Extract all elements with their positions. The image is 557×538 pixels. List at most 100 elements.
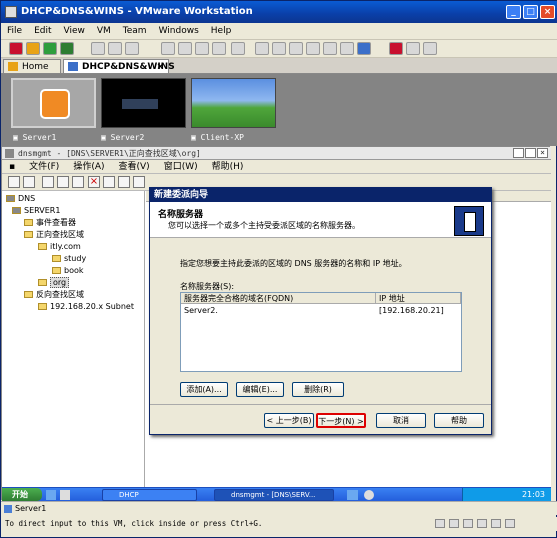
close-button[interactable]: ×	[540, 5, 555, 19]
next-button[interactable]: 下一步(N) >	[316, 413, 366, 428]
row-fqdn[interactable]: Server2.	[184, 306, 218, 315]
suspend-icon[interactable]	[26, 42, 40, 55]
tree-itly-com[interactable]: itly.com	[38, 241, 81, 252]
inner-minimize-button[interactable]	[513, 148, 524, 158]
tree-reverse-zones[interactable]: 反向查找区域	[24, 289, 84, 300]
device-usb-icon[interactable]	[491, 519, 501, 528]
properties-icon[interactable]	[72, 176, 84, 188]
tree-org[interactable]: org	[38, 277, 70, 288]
vm-console[interactable]: dnsmgmt - [DNS\SERVER1\正向查找区域\org] × ▪ 文件…	[1, 146, 551, 501]
menu-edit[interactable]: Edit	[28, 23, 57, 40]
team-settings-icon[interactable]	[212, 42, 226, 55]
dnsmgmt-title: dnsmgmt - [DNS\SERVER1\正向查找区域\org]	[18, 149, 201, 158]
device-floppy-icon[interactable]	[463, 519, 473, 528]
cancel-button[interactable]: 取消	[376, 413, 426, 428]
task-dhcp[interactable]: DHCP	[102, 489, 197, 501]
wizard-instruction: 指定您想要主持此委派的区域的 DNS 服务器的名称和 IP 地址。	[180, 259, 407, 268]
menu-team[interactable]: Team	[117, 23, 153, 40]
show-tree-icon[interactable]	[57, 176, 69, 188]
tray-help-icon[interactable]	[364, 490, 374, 500]
dns-icon	[6, 195, 15, 202]
power-off-icon[interactable]	[9, 42, 23, 55]
column-fqdn[interactable]: 服务器完全合格的域名(FQDN)	[181, 293, 376, 304]
view-thumbnails-icon[interactable]	[289, 42, 303, 55]
tree-server1[interactable]: SERVER1	[12, 205, 60, 216]
full-screen-icon[interactable]	[323, 42, 337, 55]
device-hdd-icon[interactable]	[435, 519, 445, 528]
inner-menu-view[interactable]: 查看(V)	[112, 160, 157, 174]
capture-icon[interactable]	[423, 42, 437, 55]
view-console-icon[interactable]	[272, 42, 286, 55]
menu-view[interactable]: View	[58, 23, 91, 40]
menu-help[interactable]: Help	[205, 23, 238, 40]
menu-bar: File Edit View VM Team Windows Help	[1, 23, 557, 40]
thumb-label-server2: ▣ Server2	[101, 132, 144, 144]
add-button[interactable]: 添加(A)...	[180, 382, 228, 397]
row-ip[interactable]: [192.168.20.21]	[379, 306, 444, 315]
power-on-icon[interactable]	[43, 42, 57, 55]
up-icon[interactable]	[42, 176, 54, 188]
revert-icon[interactable]	[108, 42, 122, 55]
tree-forward-zones[interactable]: 正向查找区域	[24, 229, 84, 240]
replay-icon[interactable]	[406, 42, 420, 55]
thumb-server1[interactable]	[11, 78, 96, 128]
tree-event-viewer[interactable]: 事件查看器	[24, 217, 76, 228]
tree-subnet[interactable]: 192.168.20.x Subnet	[38, 301, 134, 312]
vm-icon	[68, 62, 78, 71]
quick-switch-icon[interactable]	[340, 42, 354, 55]
team-icon[interactable]	[161, 42, 175, 55]
snapshot-icon[interactable]	[91, 42, 105, 55]
inner-menu-window[interactable]: 窗口(W)	[157, 160, 205, 174]
help-button[interactable]: 帮助	[434, 413, 484, 428]
inner-menu-file[interactable]: 文件(F)	[22, 160, 66, 174]
back-icon[interactable]	[8, 176, 20, 188]
forward-icon[interactable]	[23, 176, 35, 188]
quicklaunch-ie-icon[interactable]	[46, 490, 56, 500]
inner-menu-help[interactable]: 帮助(H)	[205, 160, 251, 174]
record-icon[interactable]	[389, 42, 403, 55]
thumb-client-xp[interactable]	[191, 78, 276, 128]
menu-vm[interactable]: VM	[91, 23, 117, 40]
maximize-button[interactable]: □	[523, 5, 538, 19]
home-icon	[8, 62, 18, 71]
menu-windows[interactable]: Windows	[153, 23, 205, 40]
team-add-icon[interactable]	[178, 42, 192, 55]
thumb-server1-label: Server1	[22, 133, 57, 142]
tree-study[interactable]: study	[52, 253, 86, 264]
export-icon[interactable]	[118, 176, 130, 188]
tray-network-icon[interactable]	[347, 490, 358, 500]
tree-server1-label: SERVER1	[24, 206, 61, 215]
tab-dhcp-dns-wins[interactable]: DHCP&DNS&WINS ×	[63, 59, 175, 74]
team-remove-icon[interactable]	[195, 42, 209, 55]
delete-button[interactable]: 删除(R)	[292, 382, 344, 397]
help-icon[interactable]	[133, 176, 145, 188]
task-dnsmgmt[interactable]: dnsmgmt - [DNS\SERV...	[214, 489, 334, 501]
tree-dns[interactable]: DNS	[6, 193, 35, 204]
view-sidebar-icon[interactable]	[255, 42, 269, 55]
delete-icon[interactable]: ×	[88, 176, 100, 188]
inner-maximize-button[interactable]	[525, 148, 536, 158]
inner-close-button[interactable]: ×	[537, 148, 548, 158]
edit-button[interactable]: 编辑(E)...	[236, 382, 284, 397]
tab-close-icon[interactable]: ×	[156, 60, 164, 74]
thumb-server2[interactable]	[101, 78, 186, 128]
reset-icon[interactable]	[60, 42, 74, 55]
view-tabs-icon[interactable]	[306, 42, 320, 55]
device-cdrom-icon[interactable]	[449, 519, 459, 528]
device-network-icon[interactable]	[477, 519, 487, 528]
tree-book[interactable]: book	[52, 265, 84, 276]
nameserver-list[interactable]: 服务器完全合格的域名(FQDN) IP 地址 Server2. [192.168…	[180, 292, 462, 372]
minimize-button[interactable]: _	[506, 5, 521, 19]
inner-menu-action[interactable]: 操作(A)	[66, 160, 111, 174]
snapshot-manager-icon[interactable]	[125, 42, 139, 55]
column-ip[interactable]: IP 地址	[376, 293, 461, 304]
menu-file[interactable]: File	[1, 23, 28, 40]
quicklaunch-desktop-icon[interactable]	[60, 490, 70, 500]
device-sound-icon[interactable]	[505, 519, 515, 528]
tab-home[interactable]: Home	[3, 59, 61, 73]
settings-icon[interactable]	[231, 42, 245, 55]
unity-icon[interactable]	[357, 42, 371, 55]
refresh-icon[interactable]	[103, 176, 115, 188]
start-button[interactable]: 开始	[2, 488, 42, 501]
back-button[interactable]: < 上一步(B)	[264, 413, 314, 428]
